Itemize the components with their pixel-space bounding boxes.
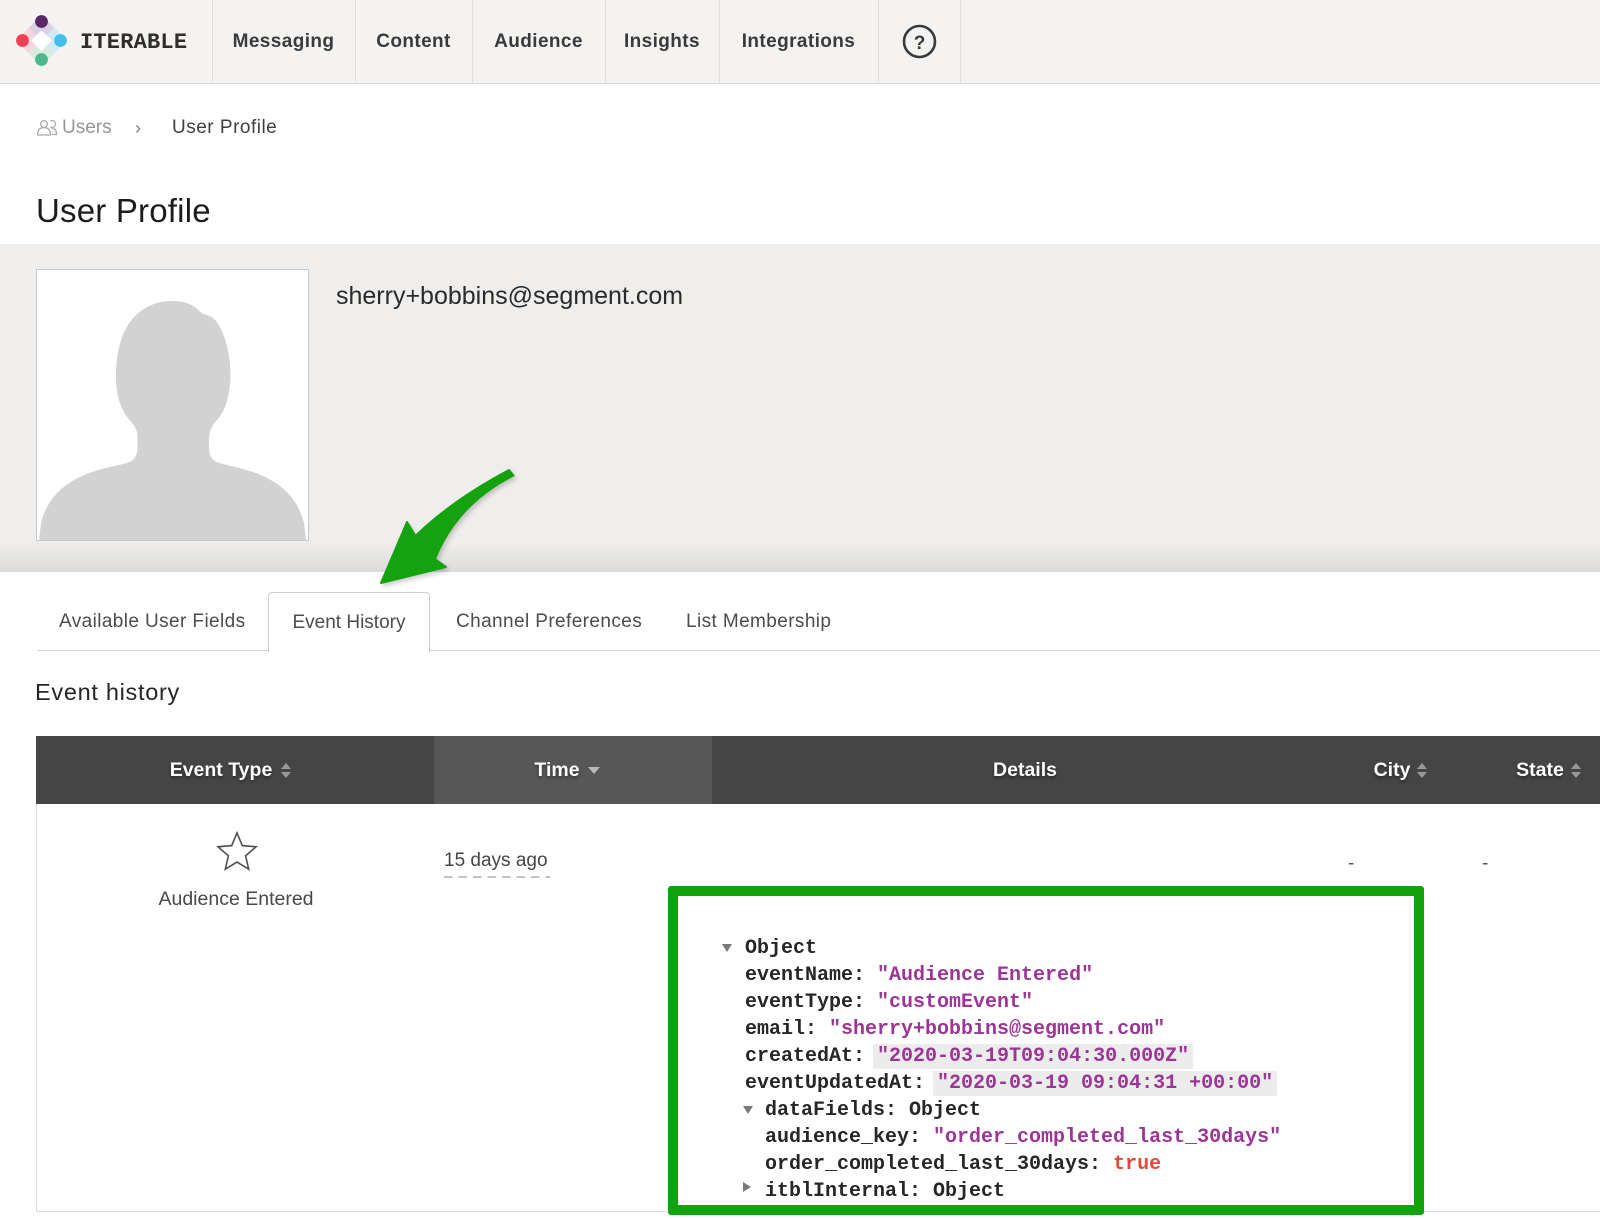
- svg-text:?: ?: [914, 33, 926, 54]
